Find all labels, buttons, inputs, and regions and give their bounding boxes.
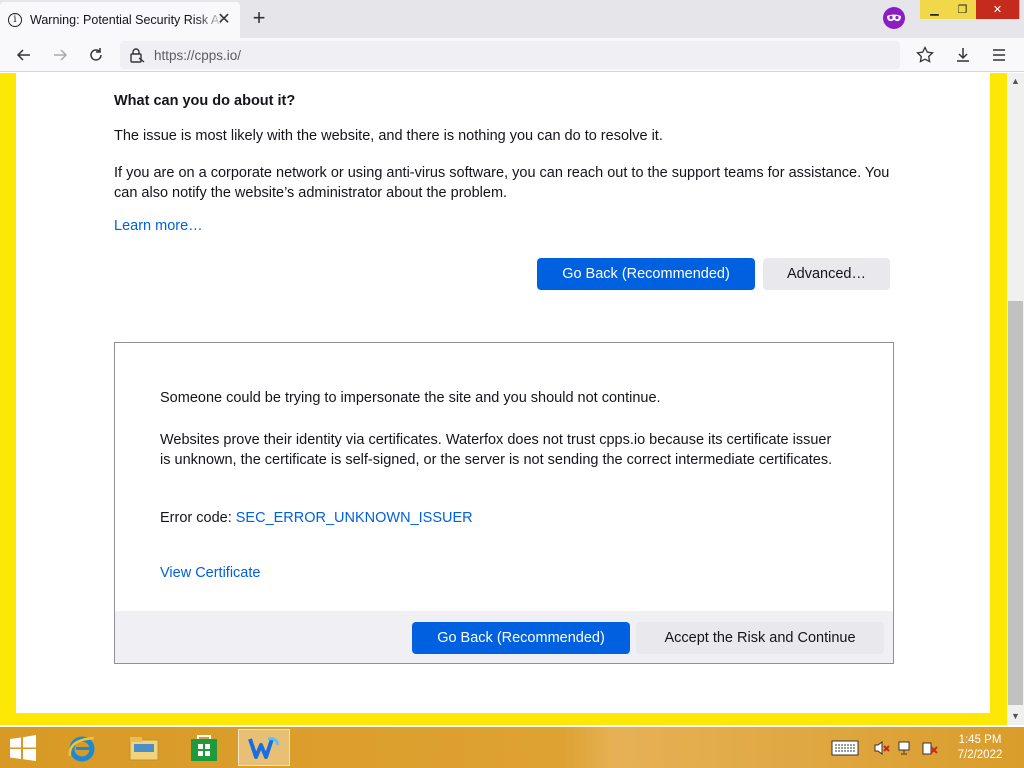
- minimize-button[interactable]: ▁: [920, 0, 950, 19]
- taskbar: 1:45 PM 7/2/2022: [0, 727, 1024, 768]
- error-code-line: Error code: SEC_ERROR_UNKNOWN_ISSUER: [160, 510, 473, 526]
- browser-viewport: What can you do about it? The issue is m…: [0, 73, 1024, 725]
- store-icon: [191, 734, 217, 761]
- corporate-network-paragraph: If you are on a corporate network or usi…: [114, 165, 890, 201]
- tab-security-warning[interactable]: i Warning: Potential Security Risk Ahead…: [0, 2, 240, 38]
- internet-explorer-icon: [68, 736, 95, 761]
- error-code-label: Error code:: [160, 510, 236, 526]
- waterfox-icon: [248, 736, 280, 759]
- certificate-explanation: Websites prove their identity via certif…: [160, 432, 833, 468]
- keyboard-icon[interactable]: [830, 739, 860, 757]
- clock-time: 1:45 PM: [958, 734, 1002, 746]
- close-window-button[interactable]: ✕: [976, 0, 1020, 19]
- taskbar-store[interactable]: [178, 729, 230, 766]
- new-tab-button[interactable]: +: [248, 7, 270, 30]
- section-heading: What can you do about it?: [114, 93, 296, 109]
- scrollbar-thumb[interactable]: [1008, 301, 1023, 705]
- clock-date: 7/2/2022: [957, 749, 1003, 761]
- learn-more-link[interactable]: Learn more…: [114, 218, 203, 234]
- advanced-button[interactable]: Advanced…: [763, 258, 890, 290]
- scroll-down-arrow-icon[interactable]: ▼: [1007, 708, 1024, 725]
- hamburger-menu-icon: [993, 49, 1005, 61]
- accept-risk-button[interactable]: Accept the Risk and Continue: [636, 622, 884, 654]
- download-icon: [957, 48, 969, 62]
- menu-button[interactable]: [987, 43, 1011, 67]
- reload-icon: [90, 48, 102, 61]
- tab-title: Warning: Potential Security Risk Ahead: [30, 13, 225, 27]
- start-button[interactable]: [8, 735, 40, 761]
- go-back-button[interactable]: Go Back (Recommended): [537, 258, 755, 290]
- back-button[interactable]: [12, 43, 36, 67]
- tab-strip: i Warning: Potential Security Risk Ahead…: [0, 0, 1024, 38]
- windows-logo-icon: [10, 735, 36, 761]
- taskbar-waterfox[interactable]: [238, 729, 290, 766]
- maximize-button[interactable]: ❐: [948, 0, 978, 19]
- scroll-up-arrow-icon[interactable]: ▲: [1007, 73, 1024, 90]
- system-clock[interactable]: 1:45 PM 7/2/2022: [950, 733, 1010, 763]
- view-certificate-link[interactable]: View Certificate: [160, 565, 260, 581]
- impersonation-warning: Someone could be trying to impersonate t…: [160, 390, 661, 406]
- star-icon: [916, 46, 934, 63]
- forward-button[interactable]: [48, 43, 72, 67]
- navigation-toolbar: https://cpps.io/: [0, 38, 1024, 72]
- insecure-lock-icon[interactable]: [126, 44, 148, 66]
- downloads-button[interactable]: [951, 43, 975, 67]
- network-icon[interactable]: [896, 739, 916, 757]
- back-arrow-icon: [16, 49, 30, 61]
- forward-arrow-icon: [54, 49, 68, 61]
- reload-button[interactable]: [84, 43, 108, 67]
- advanced-panel: Someone could be trying to impersonate t…: [114, 342, 894, 664]
- private-mask-icon[interactable]: [883, 7, 905, 29]
- error-code-link[interactable]: SEC_ERROR_UNKNOWN_ISSUER: [236, 510, 473, 526]
- action-center-icon[interactable]: [920, 739, 940, 757]
- bookmark-star-button[interactable]: [913, 43, 937, 67]
- folder-icon: [129, 736, 159, 760]
- url-text[interactable]: https://cpps.io/: [154, 48, 241, 63]
- info-icon: i: [8, 13, 22, 27]
- url-bar[interactable]: https://cpps.io/: [120, 41, 900, 69]
- taskbar-internet-explorer[interactable]: [56, 729, 108, 766]
- volume-muted-icon[interactable]: [872, 739, 892, 757]
- go-back-button-advanced[interactable]: Go Back (Recommended): [412, 622, 630, 654]
- vertical-scrollbar[interactable]: ▲ ▼: [1007, 73, 1024, 725]
- error-page: What can you do about it? The issue is m…: [16, 73, 990, 713]
- issue-paragraph: The issue is most likely with the websit…: [114, 128, 663, 144]
- advanced-panel-footer: Go Back (Recommended) Accept the Risk an…: [115, 611, 893, 663]
- taskbar-file-explorer[interactable]: [118, 729, 170, 766]
- tab-close-icon[interactable]: ✕: [216, 12, 232, 28]
